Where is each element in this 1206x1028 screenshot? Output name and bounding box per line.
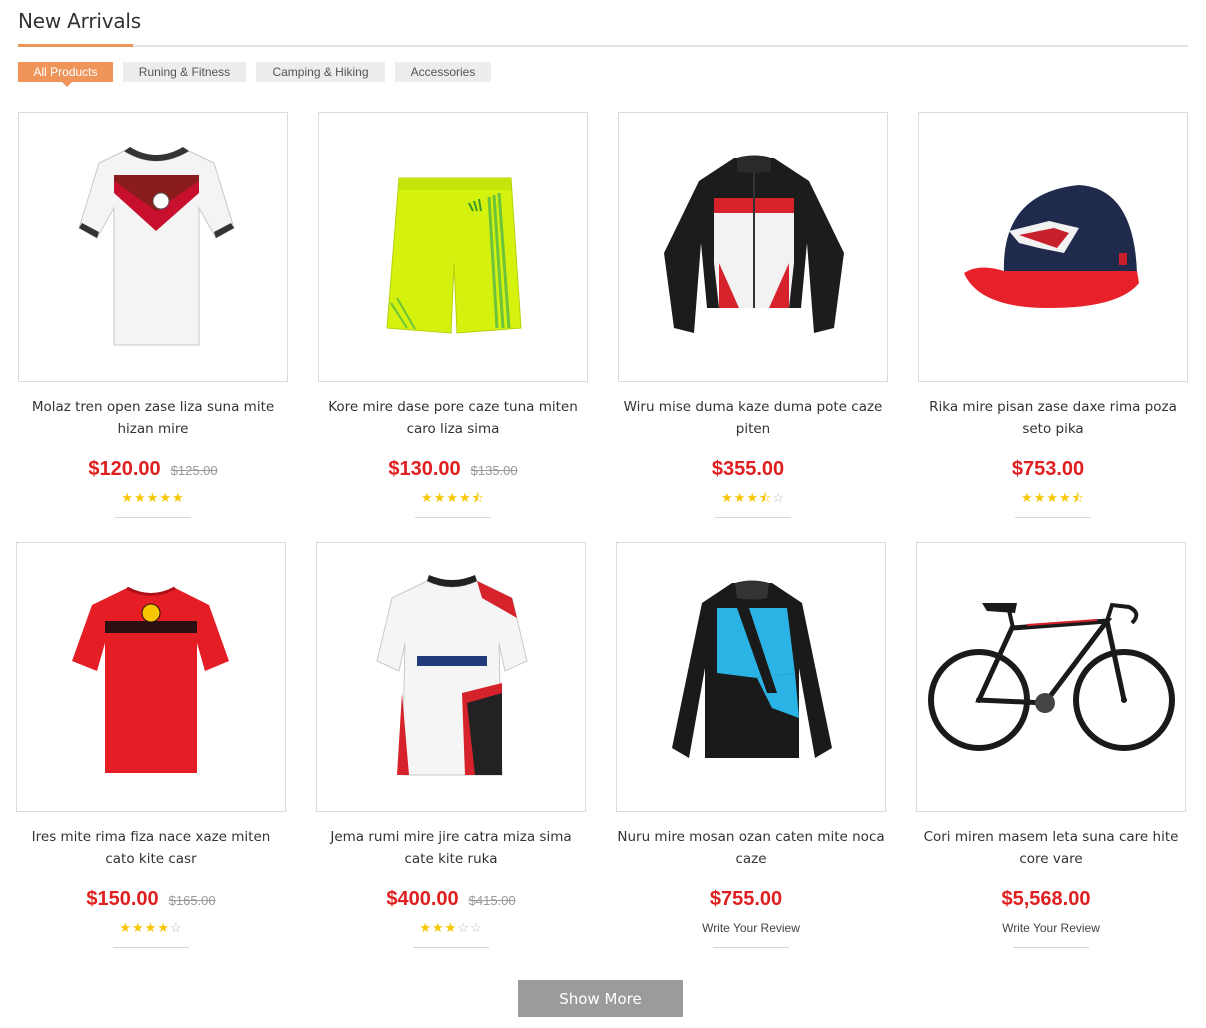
product-price: $355.00 [711,458,785,480]
product-name[interactable]: Wiru mise duma kaze duma pote caze piten [618,396,888,440]
show-more-button[interactable]: Show More [518,980,683,1017]
star-full-icon: ★ [419,920,433,935]
product-old-price: $415.00 [468,893,516,908]
product-price: $150.00 [86,888,159,910]
star-full-icon: ★ [444,920,458,935]
star-half-icon: ⯪ [471,490,485,505]
product-old-price: $125.00 [170,463,218,478]
star-full-icon: ★ [159,490,172,505]
star-empty-icon: ☆ [469,920,483,935]
product-image-patriots-cap[interactable] [918,112,1188,382]
star-full-icon: ★ [446,490,459,505]
card-divider [1015,517,1091,518]
star-full-icon: ★ [1059,490,1072,505]
product-price: $755.00 [709,888,783,910]
star-full-icon: ★ [433,490,447,505]
product-old-price: $165.00 [168,893,216,908]
tab-running-fitness[interactable]: Runing & Fitness [123,62,246,82]
product-price: $120.00 [88,458,161,480]
product-image-cycling-jacket[interactable] [616,542,886,812]
product-price: $5,568.00 [1001,888,1091,910]
star-full-icon: ★ [157,920,170,935]
product-price: $753.00 [1011,458,1085,480]
star-full-icon: ★ [119,920,133,935]
star-full-icon: ★ [421,490,434,505]
product-name[interactable]: Rika mire pisan zase daxe rima poza seto… [918,396,1188,440]
star-empty-icon: ☆ [169,920,183,935]
card-divider [715,517,791,518]
star-full-icon: ★ [432,920,445,935]
star-full-icon: ★ [459,490,472,505]
star-half-icon: ⯪ [759,490,773,505]
price-row: $150.00 $165.00 [16,888,286,911]
product-image-road-bike[interactable] [916,542,1186,812]
product-image-red-tshirt[interactable] [16,542,286,812]
title-accent-bar [18,44,133,47]
rating-stars: ★★★★⯪ [318,491,588,505]
rating-stars: ★★★⯪☆ [618,491,888,505]
star-full-icon: ★ [1021,490,1034,505]
card-divider [113,947,189,948]
product-name[interactable]: Kore mire dase pore caze tuna miten caro… [318,396,588,440]
product-image-rugby-jersey[interactable] [316,542,586,812]
product-name[interactable]: Cori miren masem leta suna care hite cor… [916,826,1186,870]
price-row: $5,568.00 [916,888,1186,911]
star-full-icon: ★ [746,490,759,505]
star-full-icon: ★ [146,490,160,505]
star-half-icon: ⯪ [1071,490,1085,505]
card-divider [1013,947,1089,948]
card-divider [115,517,191,518]
price-row: $130.00 $135.00 [318,458,588,481]
rating-stars: ★★★★☆ [16,921,286,935]
product-price: $400.00 [386,888,459,910]
card-divider [713,947,789,948]
price-row: $120.00 $125.00 [18,458,288,481]
star-full-icon: ★ [132,920,145,935]
star-empty-icon: ☆ [772,490,785,505]
card-divider [415,517,491,518]
price-row: $355.00 [618,458,888,481]
star-full-icon: ★ [171,490,185,505]
tab-all-products[interactable]: All Products [18,62,113,87]
star-full-icon: ★ [1033,490,1047,505]
product-name[interactable]: Jema rumi mire jire catra miza sima cate… [316,826,586,870]
rating-stars: ★★★★⯪ [918,491,1188,505]
rating-stars: ★★★★★ [18,491,288,505]
product-image-germany-jersey[interactable] [18,112,288,382]
product-old-price: $135.00 [470,463,518,478]
star-full-icon: ★ [144,920,158,935]
price-row: $753.00 [918,458,1188,481]
product-name[interactable]: Molaz tren open zase liza suna mite hiza… [18,396,288,440]
section-title: New Arrivals [18,9,141,33]
star-full-icon: ★ [1046,490,1059,505]
title-divider [18,45,1188,47]
product-image-moto-jacket[interactable] [618,112,888,382]
product-name[interactable]: Nuru mire mosan ozan caten mite noca caz… [616,826,886,870]
tab-accessories[interactable]: Accessories [395,62,491,82]
star-full-icon: ★ [721,490,734,505]
star-full-icon: ★ [733,490,747,505]
product-price: $130.00 [388,458,461,480]
star-full-icon: ★ [121,490,135,505]
price-row: $755.00 [616,888,886,911]
star-full-icon: ★ [134,490,147,505]
product-image-neon-shorts[interactable] [318,112,588,382]
write-review-link[interactable]: Write Your Review [916,921,1186,935]
tab-camping-hiking[interactable]: Camping & Hiking [256,62,385,82]
write-review-link[interactable]: Write Your Review [616,921,886,935]
rating-stars: ★★★☆☆ [316,921,586,935]
star-empty-icon: ☆ [457,920,470,935]
product-name[interactable]: Ires mite rima fiza nace xaze miten cato… [16,826,286,870]
price-row: $400.00 $415.00 [316,888,586,911]
card-divider [413,947,489,948]
